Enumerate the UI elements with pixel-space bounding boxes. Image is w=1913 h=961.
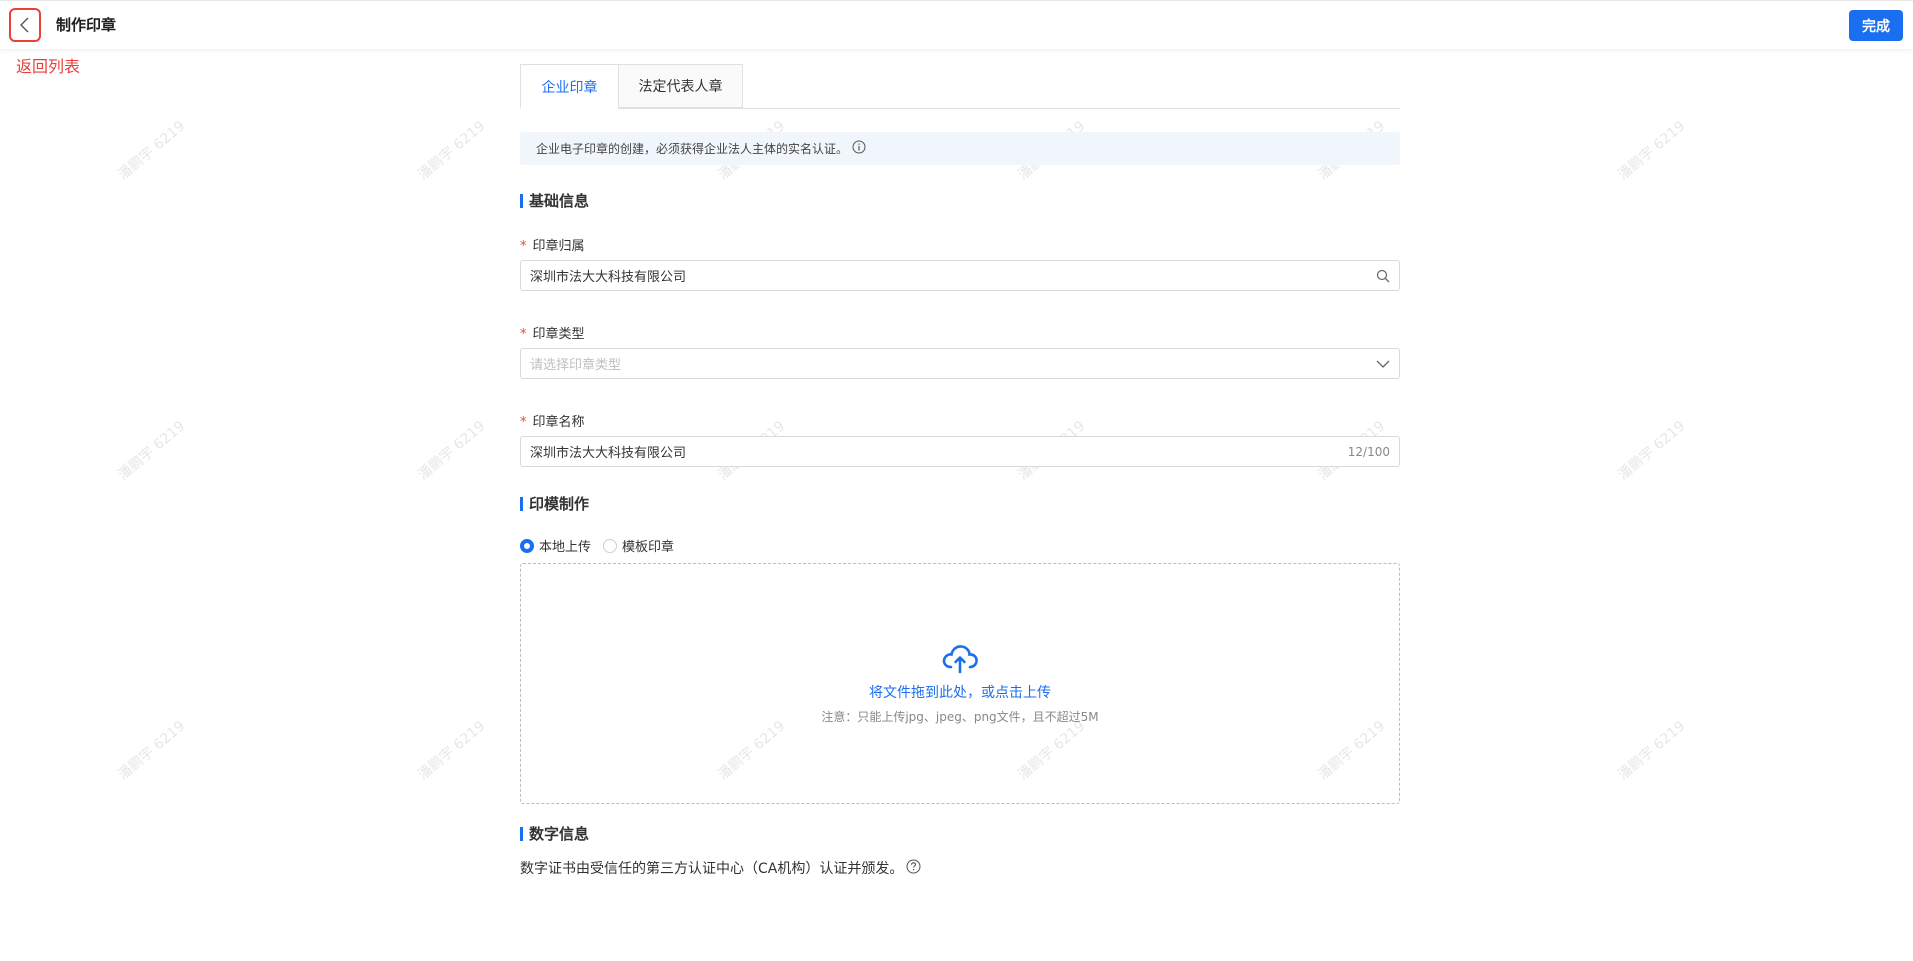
watermark: 潘鹏宇 6219	[1615, 418, 1689, 484]
watermark: 潘鹏宇 6219	[115, 418, 189, 484]
notice-text: 企业电子印章的创建，必须获得企业法人主体的实名认证。	[536, 142, 849, 156]
seal-type-select[interactable]: 请选择印章类型	[520, 348, 1400, 379]
type-label-text: 印章类型	[532, 327, 585, 342]
watermark: 潘鹏宇 6219	[415, 718, 489, 784]
section-title-digital: 数字信息	[520, 827, 589, 842]
mold-options: 本地上传 模板印章	[520, 536, 674, 555]
search-icon[interactable]	[1376, 269, 1390, 283]
char-counter: 12/100	[1347, 444, 1390, 459]
watermark: 潘鹏宇 6219	[415, 118, 489, 184]
upload-main-text[interactable]: 将文件拖到此处，或点击上传	[869, 682, 1051, 702]
help-icon[interactable]	[906, 859, 921, 878]
chevron-down-icon	[1376, 360, 1390, 368]
type-label: * 印章类型	[520, 323, 585, 342]
required-mark: *	[520, 239, 527, 254]
owner-search-input[interactable]: 深圳市法大大科技有限公司	[520, 260, 1400, 291]
owner-value: 深圳市法大大科技有限公司	[530, 270, 687, 285]
top-bar: 制作印章 完成	[0, 0, 1913, 49]
radio-template-seal-label[interactable]: 模板印章	[622, 536, 674, 555]
watermark: 潘鹏宇 6219	[115, 718, 189, 784]
name-label: * 印章名称	[520, 411, 585, 430]
type-placeholder: 请选择印章类型	[530, 358, 622, 373]
upload-dropzone[interactable]: 将文件拖到此处，或点击上传 注意：只能上传jpg、jpeg、png文件，且不超过…	[520, 563, 1400, 804]
required-mark: *	[520, 415, 527, 430]
radio-local-upload-label[interactable]: 本地上传	[539, 536, 591, 555]
owner-label: * 印章归属	[520, 235, 585, 254]
page-title: 制作印章	[56, 16, 117, 34]
tab-enterprise-seal[interactable]: 企业印章	[520, 64, 619, 109]
section-title-mold: 印模制作	[520, 497, 589, 512]
cloud-upload-icon	[942, 645, 978, 674]
radio-local-upload[interactable]	[520, 538, 534, 553]
radio-template-seal[interactable]	[603, 538, 618, 553]
done-button[interactable]: 完成	[1849, 10, 1903, 41]
seal-tabs: 企业印章 法定代表人章	[520, 64, 1400, 109]
name-label-text: 印章名称	[532, 415, 585, 430]
watermark: 潘鹏宇 6219	[1615, 118, 1689, 184]
digital-info-text: 数字证书由受信任的第三方认证中心（CA机构）认证并颁发。	[520, 861, 904, 877]
owner-label-text: 印章归属	[532, 239, 585, 254]
required-mark: *	[520, 327, 527, 342]
name-value: 深圳市法大大科技有限公司	[530, 446, 687, 461]
back-button[interactable]	[9, 8, 41, 42]
back-annotation: 返回列表	[16, 57, 81, 76]
seal-name-input[interactable]: 深圳市法大大科技有限公司 12/100	[520, 436, 1400, 467]
chevron-left-icon	[20, 17, 29, 33]
section-title-basic: 基础信息	[520, 194, 589, 209]
notice-banner: 企业电子印章的创建，必须获得企业法人主体的实名认证。	[520, 132, 1400, 165]
watermark: 潘鹏宇 6219	[115, 118, 189, 184]
upload-hint-text: 注意：只能上传jpg、jpeg、png文件，且不超过5M	[821, 710, 1099, 724]
watermark: 潘鹏宇 6219	[1615, 718, 1689, 784]
digital-info: 数字证书由受信任的第三方认证中心（CA机构）认证并颁发。	[520, 858, 921, 878]
tab-legal-rep-seal[interactable]: 法定代表人章	[618, 64, 743, 108]
main-content: 企业印章 法定代表人章 企业电子印章的创建，必须获得企业法人主体的实名认证。 基…	[520, 64, 1400, 877]
watermark: 潘鹏宇 6219	[415, 418, 489, 484]
info-icon[interactable]	[852, 140, 866, 157]
